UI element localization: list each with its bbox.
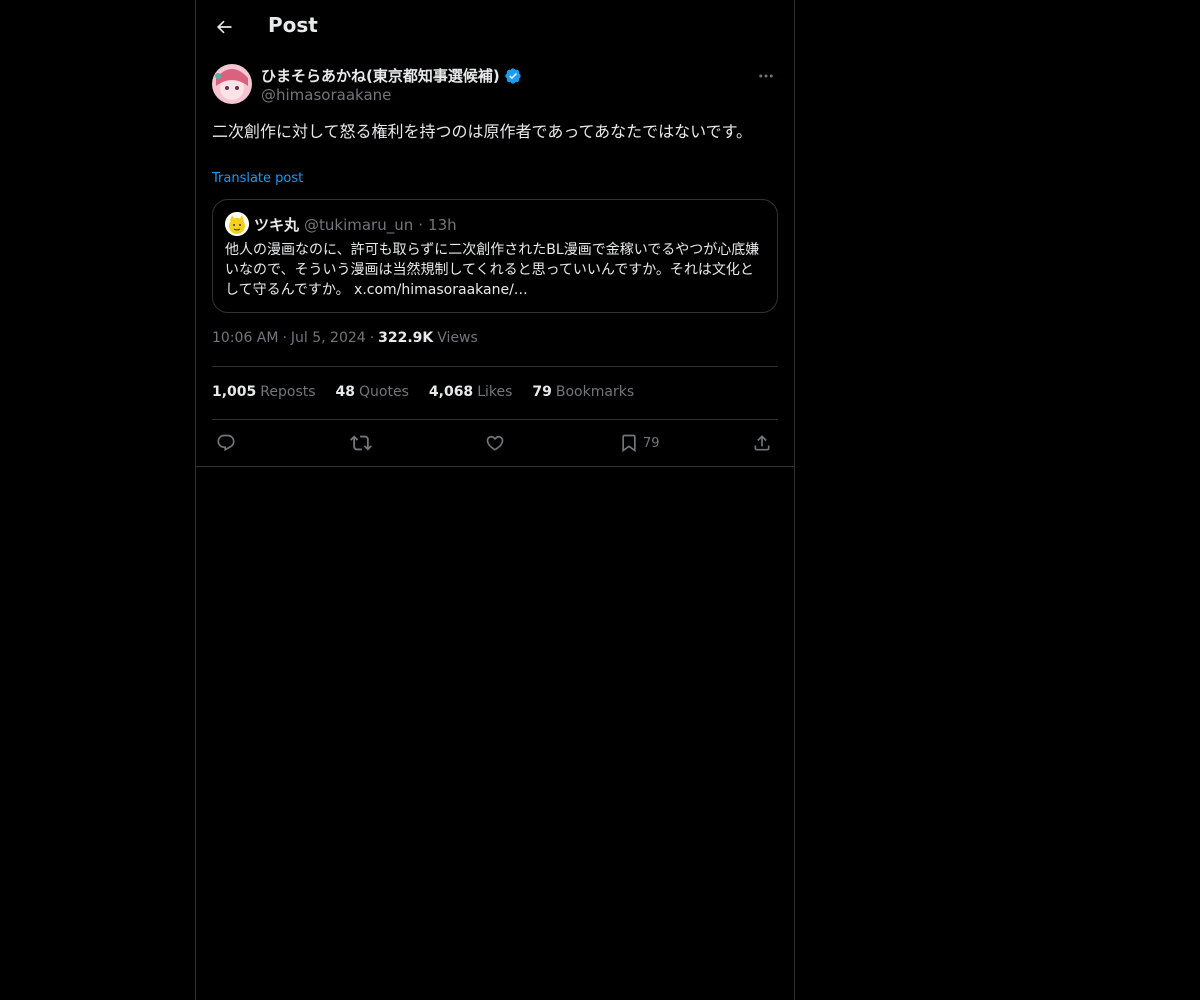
action-bar: 79 (212, 430, 778, 456)
back-button[interactable] (208, 11, 240, 43)
quote-separator: · (418, 215, 424, 234)
bookmarks-label: Bookmarks (555, 384, 635, 400)
quote-text: 他人の漫画なのに、許可も取らずに二次創作されたBL漫画で金稼いでるやつが心底嫌い… (225, 242, 760, 298)
likes-stat[interactable]: 4,068 Likes (429, 384, 513, 400)
share-button[interactable] (752, 430, 772, 456)
page-header: Post (196, 0, 794, 54)
bookmark-button[interactable]: 79 (619, 430, 660, 456)
reply-icon (217, 434, 235, 452)
divider (212, 419, 778, 420)
share-icon (754, 435, 770, 451)
quote-author-name: ツキ丸 (254, 216, 300, 234)
bookmarks-count: 79 (532, 384, 552, 400)
reposts-count: 1,005 (212, 384, 257, 400)
post-text: 二次創作に対して怒る権利を持つのは原作者であってあなたではないです。 (212, 122, 753, 141)
divider (212, 366, 778, 367)
author-handle[interactable]: @himasoraakane (261, 86, 391, 104)
more-options-button[interactable] (754, 64, 778, 88)
arrow-left-icon (216, 20, 232, 34)
quote-author-handle: @tukimaru_un (304, 215, 414, 234)
post-stats: 1,005 Reposts 48 Quotes 4,068 Likes 79 Bookm… (212, 384, 634, 400)
quote-header: ツキ丸 @tukimaru_un · 13h (254, 214, 457, 235)
like-button[interactable] (485, 430, 505, 456)
reposts-stat[interactable]: 1,005 Reposts (212, 384, 316, 400)
main-column: Post ひまそらあかね(東京都知事選候補) @himasoraakane 二次… (195, 0, 795, 1000)
quotes-count: 48 (335, 384, 356, 400)
quote-timestamp: 13h (428, 215, 457, 234)
meta-separator: · (282, 330, 287, 346)
likes-count: 4,068 (428, 384, 474, 400)
views-count: 322.9K (378, 330, 434, 346)
meta-separator: · (369, 330, 375, 346)
divider (196, 466, 794, 467)
repost-icon (350, 435, 372, 451)
more-icon (759, 74, 773, 78)
heart-icon (486, 435, 504, 451)
views-label: Views (437, 330, 478, 346)
quoted-post[interactable]: ツキ丸 @tukimaru_un · 13h 他人の漫画なのに、許可も取らずに二… (212, 199, 778, 313)
page-title: Post (268, 13, 318, 37)
bookmark-icon (622, 434, 636, 453)
quotes-label: Quotes (359, 384, 409, 400)
post-time[interactable]: 10:06 AM (212, 330, 278, 346)
bookmarks-stat[interactable]: 79 Bookmarks (532, 384, 634, 400)
reply-button[interactable] (216, 430, 236, 456)
quote-avatar (225, 212, 249, 236)
repost-button[interactable] (350, 430, 372, 456)
author-name-text: ひまそらあかね(東京都知事選候補) (261, 67, 500, 85)
avatar[interactable] (212, 64, 252, 104)
author-name[interactable]: ひまそらあかね(東京都知事選候補) (261, 65, 522, 86)
post-meta: 10:06 AM · Jul 5, 2024 · 322.9K Views (212, 330, 478, 346)
bookmark-count: 79 (643, 435, 660, 451)
translate-post-link[interactable]: Translate post (212, 171, 303, 186)
reposts-label: Reposts (260, 384, 316, 400)
likes-label: Likes (477, 384, 513, 400)
verified-badge-icon (504, 67, 522, 85)
post-date[interactable]: Jul 5, 2024 (291, 330, 366, 346)
quotes-stat[interactable]: 48 Quotes (336, 384, 409, 400)
